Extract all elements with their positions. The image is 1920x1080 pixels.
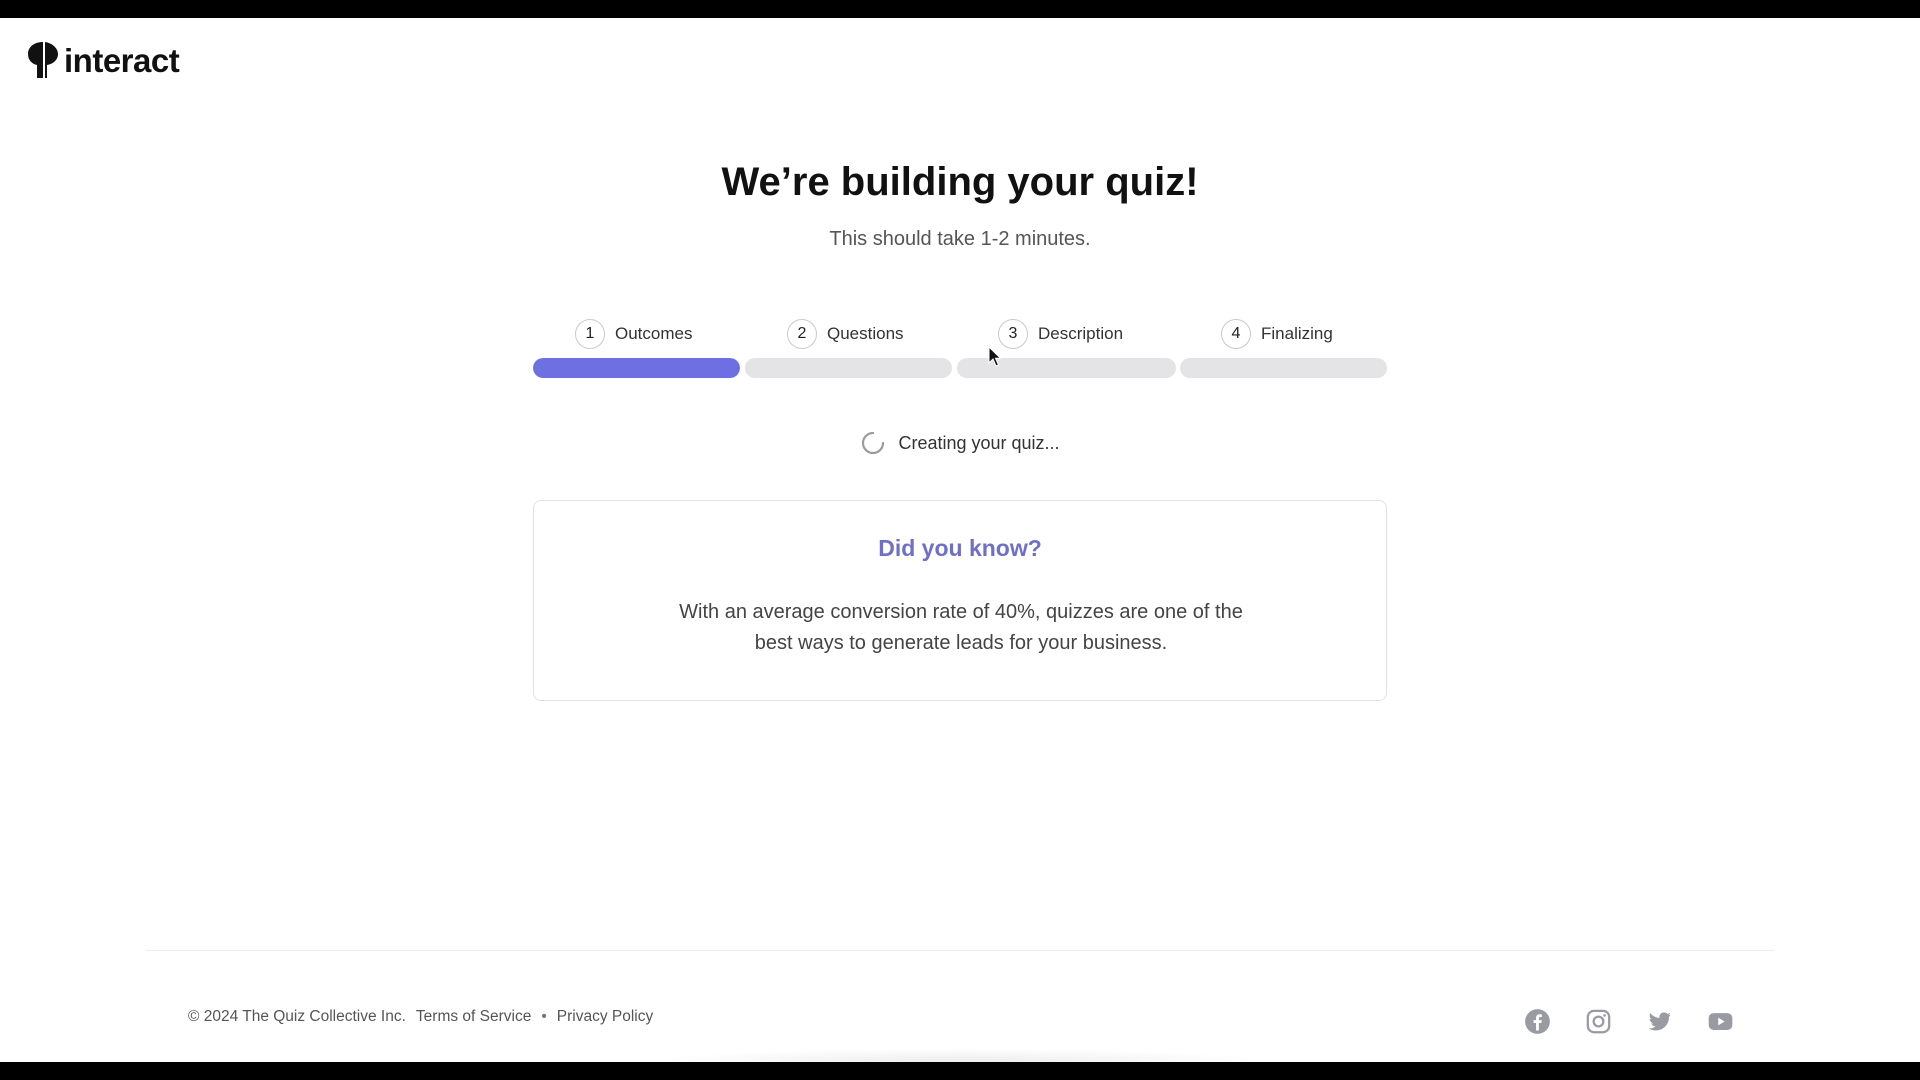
privacy-policy-link[interactable]: Privacy Policy <box>557 1008 653 1026</box>
step-number: 1 <box>575 319 605 349</box>
footer-legal: © 2024 The Quiz Collective Inc. Terms of… <box>188 1008 653 1026</box>
loading-spinner-icon <box>862 431 885 455</box>
page-subtitle: This should take 1-2 minutes. <box>829 228 1091 250</box>
progress-bar-outcomes <box>533 358 740 378</box>
card-body: With an average conversion rate of 40%, … <box>679 601 1243 654</box>
footer-divider <box>146 950 1774 951</box>
terms-of-service-link[interactable]: Terms of Service <box>416 1008 531 1026</box>
step-label: Questions <box>827 324 904 343</box>
status-text: Creating your quiz... <box>898 432 1060 453</box>
step-label: Outcomes <box>615 324 693 343</box>
twitter-icon[interactable] <box>1646 1008 1673 1035</box>
step-number: 4 <box>1221 319 1251 349</box>
logo-text: interact <box>64 41 180 79</box>
step-label: Description <box>1038 324 1124 343</box>
step-label: Finalizing <box>1261 324 1333 343</box>
youtube-icon[interactable] <box>1707 1008 1734 1035</box>
instagram-icon[interactable] <box>1585 1008 1612 1035</box>
card-title: Did you know? <box>878 535 1042 561</box>
step-outcomes: 1 Outcomes <box>575 318 692 350</box>
progress-fill <box>533 358 740 378</box>
mouse-cursor-icon <box>988 346 1002 367</box>
social-links <box>1524 1008 1734 1035</box>
facebook-icon[interactable] <box>1524 1008 1551 1035</box>
bottom-shadow <box>640 1048 1280 1062</box>
page-title: We’re building your quiz! <box>721 160 1199 204</box>
progress-bar-questions <box>745 358 952 378</box>
step-finalizing: 4 Finalizing <box>1221 318 1333 350</box>
interact-logo-icon <box>28 42 58 78</box>
page: interact We’re building your quiz! This … <box>0 18 1920 1062</box>
step-number: 2 <box>787 319 817 349</box>
logo[interactable]: interact <box>26 40 180 80</box>
footer-separator: • <box>541 1008 547 1025</box>
did-you-know-card: Did you know? With an average conversion… <box>533 500 1387 701</box>
progress-steps: 1 Outcomes 2 Questions 3 Description 4 F… <box>533 318 1387 398</box>
copyright-text: © 2024 The Quiz Collective Inc. <box>188 1008 406 1025</box>
step-number: 3 <box>998 319 1028 349</box>
progress-bar-finalizing <box>1180 358 1387 378</box>
step-questions: 2 Questions <box>787 318 904 350</box>
loading-status: Creating your quiz... <box>0 430 1920 456</box>
step-description: 3 Description <box>998 318 1123 350</box>
